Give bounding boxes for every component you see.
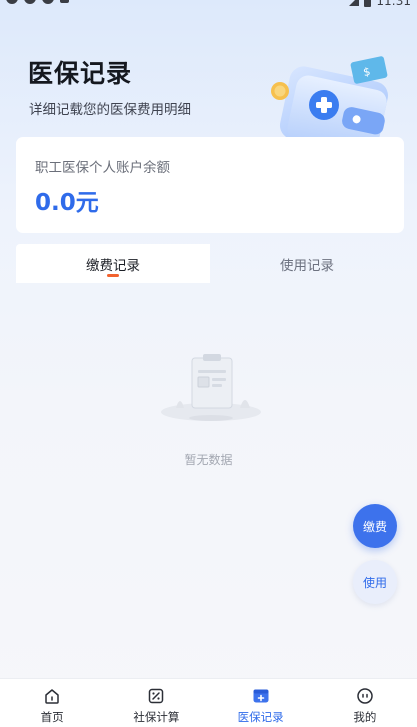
tab-payment-records[interactable]: 缴费记录: [16, 244, 210, 283]
tab-label: 使用记录: [280, 257, 334, 274]
status-time: 11:31: [376, 0, 411, 8]
notification-icon: [6, 0, 18, 4]
bottom-nav: 首页 社保计算 医保记录 我的: [0, 678, 417, 727]
notification-icon: [24, 0, 36, 4]
nav-item-social-calc[interactable]: 社保计算: [104, 679, 208, 727]
nav-item-medical-records[interactable]: 医保记录: [209, 679, 313, 727]
empty-state-text: 暂无数据: [184, 453, 233, 467]
balance-value: 0.0元: [35, 190, 99, 216]
calculator-icon: [149, 688, 164, 704]
tab-usage-records[interactable]: 使用记录: [210, 244, 404, 283]
home-icon: [45, 689, 59, 704]
tab-label: 缴费记录: [86, 257, 140, 274]
nav-label: 首页: [40, 710, 64, 724]
empty-clipboard-icon: [161, 354, 261, 421]
nav-item-home[interactable]: 首页: [0, 679, 104, 727]
use-button[interactable]: 使用: [353, 560, 397, 604]
page-title: 医保记录: [28, 59, 133, 88]
page-subtitle: 详细记载您的医保费用明细: [29, 102, 191, 118]
nav-label: 社保计算: [133, 710, 180, 724]
active-tab-indicator: [107, 274, 119, 277]
nav-item-profile[interactable]: 我的: [313, 679, 417, 727]
status-bar: 11:31: [0, 0, 417, 8]
profile-icon: [357, 688, 373, 704]
status-notification-icons: [6, 0, 69, 4]
nav-label: 医保记录: [237, 710, 284, 724]
balance-card: 职工医保个人账户余额 0.0元: [16, 137, 404, 233]
notification-icon: [42, 0, 54, 4]
record-tabs: 缴费记录 使用记录: [16, 244, 404, 283]
battery-icon: [364, 0, 372, 7]
sim-icon: [60, 0, 69, 3]
nav-label: 我的: [353, 710, 377, 724]
medical-record-icon: [253, 689, 269, 703]
balance-label: 职工医保个人账户余额: [35, 160, 170, 176]
pay-button[interactable]: 缴费: [353, 504, 397, 548]
status-system-icons: 11:31: [349, 0, 411, 8]
signal-icon: [349, 0, 360, 6]
